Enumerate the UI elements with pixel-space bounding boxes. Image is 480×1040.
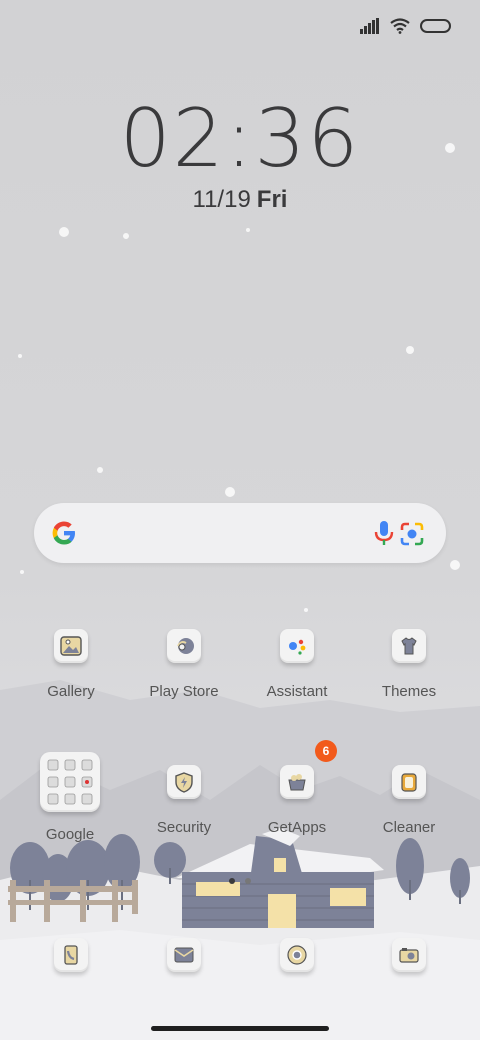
chrome-icon <box>280 938 314 972</box>
app-play-store[interactable]: Play Store <box>134 629 234 700</box>
app-label: Gallery <box>47 683 95 700</box>
cleaner-icon <box>392 765 426 799</box>
app-label: Themes <box>381 683 437 700</box>
lens-camera-icon[interactable] <box>399 521 425 552</box>
google-logo-icon[interactable] <box>48 517 80 554</box>
day-text: Fri <box>256 186 288 213</box>
app-label: Cleaner <box>382 819 436 836</box>
page-dot-active <box>229 878 235 884</box>
signal-icon <box>360 17 380 39</box>
folder-google[interactable]: Google <box>20 752 120 843</box>
dock-chrome[interactable] <box>247 938 347 972</box>
wifi-icon <box>390 17 410 39</box>
camera-icon <box>392 938 426 972</box>
clock-time[interactable]: 02:36 <box>0 92 480 185</box>
page-indicator[interactable] <box>0 878 480 884</box>
themes-icon <box>392 629 426 663</box>
notification-badge: 6 <box>315 740 337 762</box>
page-dot <box>245 878 251 884</box>
messages-icon <box>167 938 201 972</box>
microphone-icon[interactable] <box>373 519 395 552</box>
app-cleaner[interactable]: Cleaner <box>359 765 459 836</box>
phone-icon <box>54 938 88 972</box>
app-security[interactable]: Security <box>134 765 234 836</box>
getapps-icon <box>280 765 314 799</box>
security-icon <box>167 765 201 799</box>
google-folder-icon <box>40 752 100 812</box>
app-themes[interactable]: Themes <box>359 629 459 700</box>
app-label: Play Store <box>149 683 219 700</box>
battery-icon <box>420 18 452 38</box>
app-assistant[interactable]: Assistant <box>247 629 347 700</box>
play-store-icon <box>167 629 201 663</box>
dock-camera[interactable] <box>359 938 459 972</box>
clock-date[interactable]: 11/19 Fri <box>0 186 480 214</box>
dock-messages[interactable] <box>134 938 234 972</box>
date-text: 11/19 <box>192 186 251 213</box>
app-label: GetApps <box>267 819 327 836</box>
status-bar <box>360 16 452 40</box>
dock-phone[interactable] <box>21 938 121 972</box>
app-gallery[interactable]: Gallery <box>21 629 121 700</box>
assistant-icon <box>280 629 314 663</box>
google-search-widget[interactable] <box>34 503 446 563</box>
gallery-icon <box>54 629 88 663</box>
app-getapps[interactable]: GetApps <box>247 765 347 836</box>
home-indicator-bar[interactable] <box>151 1026 329 1031</box>
app-label: Google <box>45 826 95 843</box>
app-label: Assistant <box>266 683 328 700</box>
app-label: Security <box>156 819 212 836</box>
